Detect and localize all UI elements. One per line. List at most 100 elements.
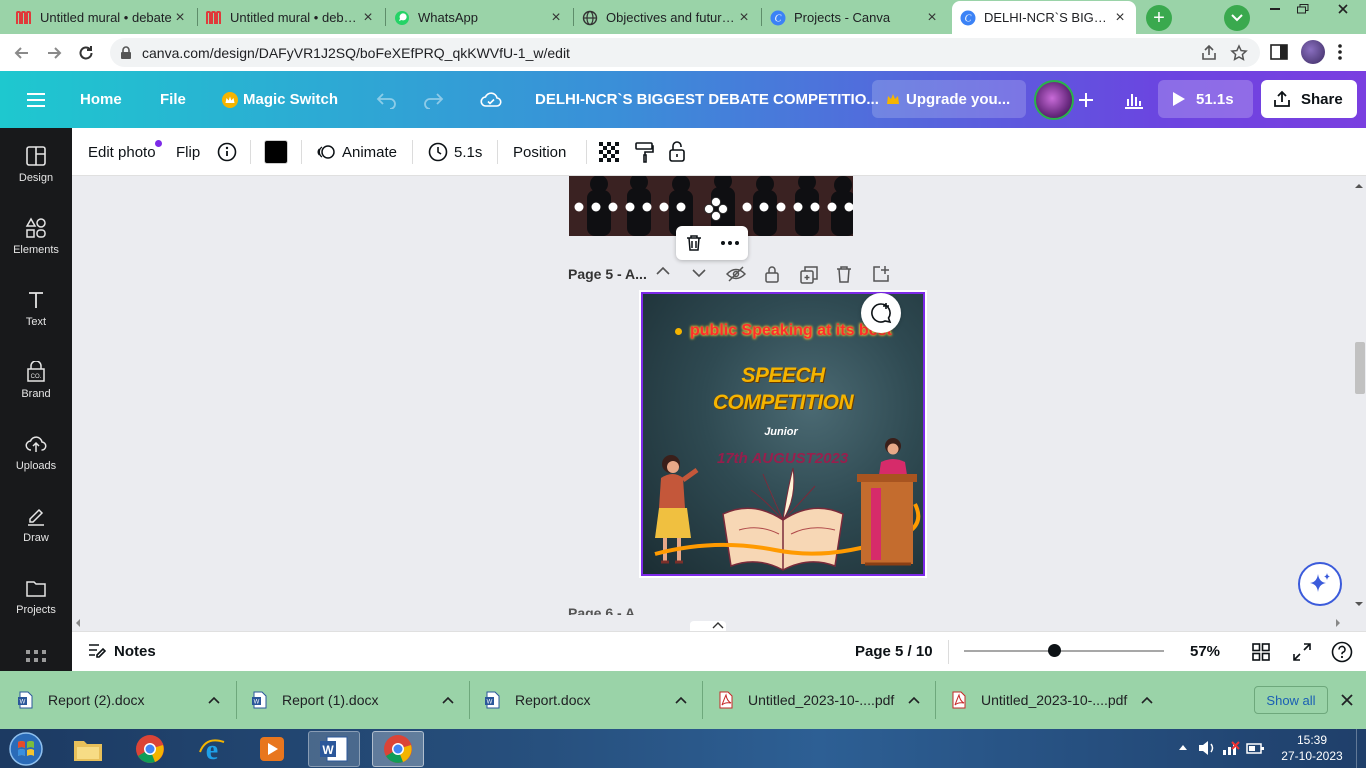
- show-all-downloads-button[interactable]: Show all: [1254, 686, 1328, 714]
- browser-tab[interactable]: Objectives and future p ×: [574, 1, 760, 34]
- info-icon[interactable]: [217, 128, 237, 176]
- chevron-up-icon[interactable]: [1141, 696, 1153, 704]
- omnibox[interactable]: canva.com/design/DAFyVR1J2SQ/boFeXEfPRQ_…: [110, 38, 1260, 67]
- document-title[interactable]: DELHI-NCR`S BIGGEST DEBATE COMPETITIO...: [535, 71, 879, 128]
- hide-page-icon[interactable]: [726, 266, 746, 282]
- trash-icon[interactable]: [685, 234, 703, 252]
- show-desktop-button[interactable]: [1356, 729, 1366, 768]
- redo-icon[interactable]: [422, 71, 444, 128]
- internet-explorer-icon[interactable]: e: [186, 731, 238, 767]
- sidebar-item-elements[interactable]: Elements: [0, 200, 72, 272]
- volume-icon[interactable]: [1198, 740, 1216, 756]
- animate-button[interactable]: Animate: [316, 128, 397, 176]
- present-button[interactable]: 51.1s: [1158, 80, 1253, 118]
- chrome-taskbar-active-icon[interactable]: [372, 731, 424, 767]
- title-line-1[interactable]: SPEECH: [643, 364, 923, 388]
- duration-button[interactable]: 5.1s: [428, 128, 482, 176]
- title-line-2[interactable]: COMPETITION: [643, 391, 923, 415]
- home-button[interactable]: Home: [80, 71, 122, 128]
- design-page[interactable]: public Speaking at its best SPEECH COMPE…: [639, 290, 927, 578]
- grid-view-icon[interactable]: [1252, 643, 1270, 661]
- magic-assistant-button[interactable]: [1298, 562, 1342, 606]
- close-icon[interactable]: ×: [548, 9, 564, 26]
- close-icon[interactable]: ×: [172, 9, 188, 26]
- user-avatar[interactable]: [1034, 80, 1074, 120]
- editor-canvas[interactable]: Page 5 - A... public Speaking at its bes…: [72, 176, 1366, 615]
- move-handle-icon[interactable]: [704, 197, 728, 221]
- download-item[interactable]: W Report (2).docx: [18, 671, 228, 729]
- download-item[interactable]: W Report (1).docx: [252, 671, 462, 729]
- add-comment-button[interactable]: [861, 293, 901, 333]
- vertical-scrollbar[interactable]: [1352, 176, 1366, 615]
- system-clock[interactable]: 15:39 27-10-2023: [1272, 732, 1352, 764]
- horizontal-scrollbar[interactable]: [72, 615, 1366, 631]
- download-item[interactable]: Untitled_2023-10-....pdf: [718, 671, 928, 729]
- browser-tab[interactable]: C Projects - Canva ×: [762, 1, 948, 34]
- browser-tab-active[interactable]: C DELHI-NCR`S BIGGEST ×: [952, 1, 1136, 34]
- close-icon[interactable]: ×: [736, 9, 752, 26]
- window-close-button[interactable]: [1326, 0, 1360, 18]
- network-icon[interactable]: [1222, 740, 1240, 756]
- cloud-saved-icon[interactable]: [480, 71, 502, 128]
- page-label[interactable]: Page 5 - A...: [568, 266, 647, 282]
- bookmark-star-icon[interactable]: [1230, 44, 1248, 62]
- lock-element-icon[interactable]: [668, 128, 686, 176]
- power-icon[interactable]: [1246, 740, 1266, 756]
- page-indicator[interactable]: Page 5 / 10: [855, 643, 933, 660]
- side-panel-icon[interactable]: [1270, 44, 1288, 60]
- file-menu-button[interactable]: File: [160, 71, 186, 128]
- zoom-slider[interactable]: [964, 644, 1164, 657]
- edit-photo-button[interactable]: Edit photo: [88, 128, 162, 176]
- add-collaborator-icon[interactable]: [1076, 71, 1096, 128]
- sidebar-item-projects[interactable]: Projects: [0, 560, 72, 632]
- file-explorer-icon[interactable]: [62, 731, 114, 767]
- hamburger-menu-icon[interactable]: [26, 71, 46, 128]
- minimize-button[interactable]: [1262, 0, 1288, 18]
- more-options-icon[interactable]: [721, 241, 739, 245]
- forward-icon[interactable]: [44, 43, 64, 63]
- next-page-label[interactable]: Page 6 - A...: [568, 605, 647, 615]
- chevron-up-icon[interactable]: [442, 696, 454, 704]
- upgrade-button[interactable]: Upgrade you...: [872, 80, 1026, 118]
- lock-page-icon[interactable]: [764, 265, 780, 283]
- chevron-up-icon[interactable]: [908, 696, 920, 704]
- share-page-icon[interactable]: [1200, 44, 1218, 62]
- browser-tab[interactable]: Untitled mural • debate ×: [198, 1, 384, 34]
- restore-button[interactable]: [1290, 0, 1316, 18]
- browser-menu-icon[interactable]: [1338, 44, 1342, 60]
- flip-button[interactable]: Flip: [176, 128, 200, 176]
- help-icon[interactable]: [1331, 641, 1353, 663]
- media-player-icon[interactable]: [246, 731, 298, 767]
- notes-button[interactable]: Notes: [88, 642, 156, 660]
- chevron-up-icon[interactable]: [675, 696, 687, 704]
- new-tab-button[interactable]: +: [1146, 5, 1172, 31]
- browser-tab[interactable]: Untitled mural • debate ×: [8, 1, 196, 34]
- close-icon[interactable]: ×: [1112, 9, 1128, 26]
- close-icon[interactable]: ×: [924, 9, 940, 26]
- show-hidden-icons-icon[interactable]: [1178, 743, 1188, 751]
- chrome-icon[interactable]: [124, 731, 176, 767]
- share-button[interactable]: Share: [1261, 80, 1357, 118]
- back-icon[interactable]: [12, 43, 32, 63]
- magic-switch-button[interactable]: Magic Switch: [222, 71, 338, 128]
- fullscreen-icon[interactable]: [1293, 643, 1311, 661]
- delete-page-icon[interactable]: [836, 265, 852, 283]
- zoom-slider-knob[interactable]: [1048, 644, 1061, 657]
- sidebar-item-text[interactable]: Text: [0, 272, 72, 344]
- lock-icon[interactable]: [120, 46, 132, 60]
- sidebar-item-draw[interactable]: Draw: [0, 488, 72, 560]
- duplicate-page-icon[interactable]: [800, 266, 818, 284]
- page-up-icon[interactable]: [656, 266, 670, 276]
- sidebar-item-design[interactable]: Design: [0, 128, 72, 200]
- profile-avatar[interactable]: [1301, 40, 1325, 64]
- apps-grid-icon[interactable]: [26, 650, 46, 664]
- insights-icon[interactable]: [1124, 71, 1144, 128]
- color-swatch-button[interactable]: [264, 128, 288, 176]
- add-page-icon[interactable]: [872, 265, 890, 283]
- close-downloads-icon[interactable]: [1340, 693, 1354, 707]
- browser-tab[interactable]: WhatsApp ×: [386, 1, 572, 34]
- tab-search-button[interactable]: [1224, 5, 1250, 31]
- zoom-level[interactable]: 57%: [1190, 643, 1220, 660]
- start-button[interactable]: [0, 731, 52, 767]
- bullet-text[interactable]: public Speaking at its best: [690, 322, 892, 340]
